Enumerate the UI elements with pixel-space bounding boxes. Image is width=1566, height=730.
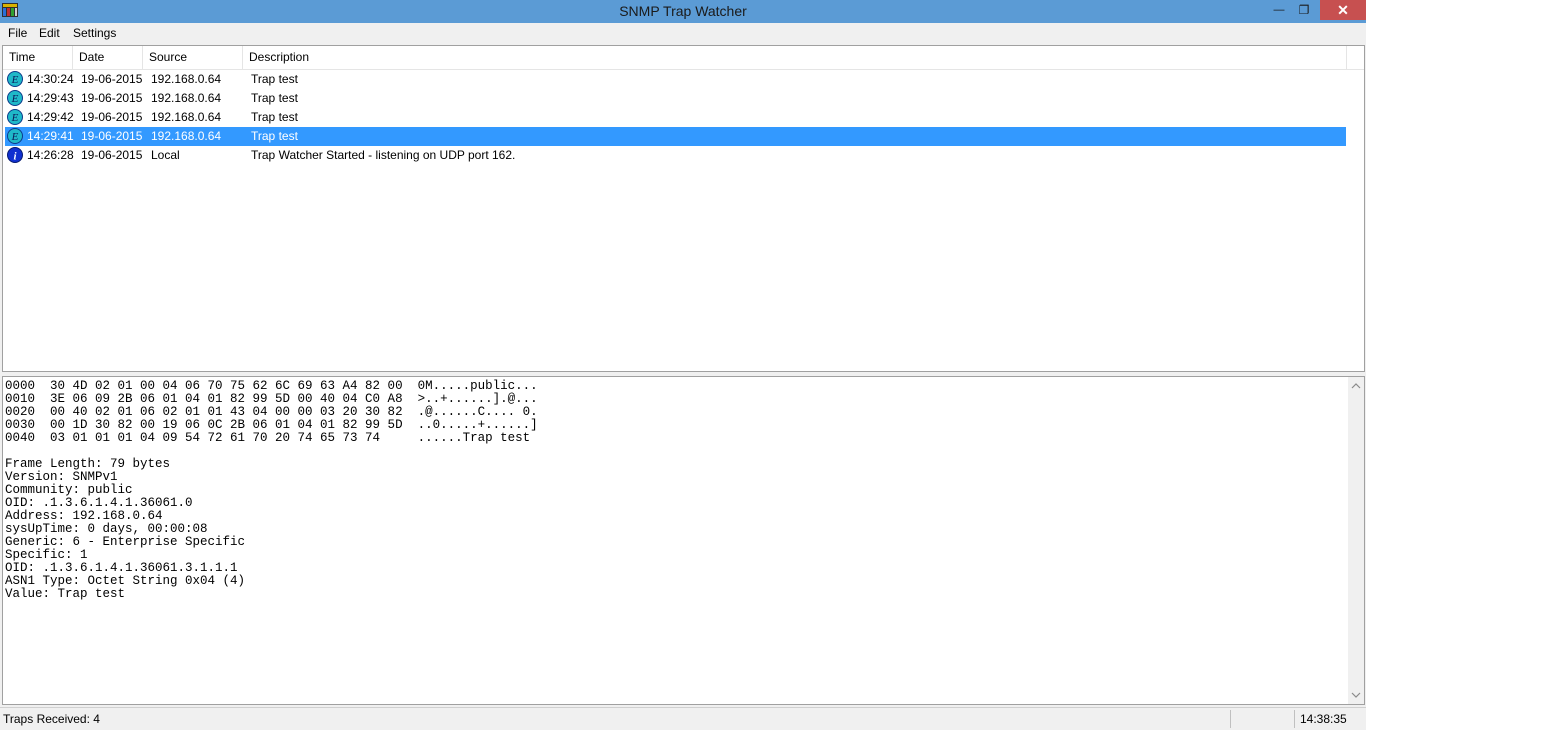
trap-list[interactable]: Time Date Source Description E 14:30:24 … (2, 45, 1365, 372)
row-date: 19-06-2015 (81, 148, 143, 162)
row-source: Local (151, 148, 180, 162)
close-icon: ✕ (1337, 1, 1349, 18)
list-header: Time Date Source Description (3, 46, 1364, 70)
status-separator (1294, 710, 1295, 728)
row-source: 192.168.0.64 (151, 72, 222, 86)
row-source: 192.168.0.64 (151, 110, 222, 124)
row-time: 14:30:24 (27, 72, 74, 86)
row-date: 19-06-2015 (81, 110, 143, 124)
menu-bar: File Edit Settings (0, 23, 1366, 43)
vertical-scrollbar[interactable] (1348, 377, 1364, 704)
row-description: Trap test (251, 72, 298, 86)
row-time: 14:29:41 (27, 129, 74, 143)
restore-icon: ❐ (1298, 3, 1310, 17)
svg-text:E: E (11, 112, 19, 124)
row-time: 14:29:42 (27, 110, 74, 124)
status-bar: Traps Received: 4 14:38:35 (0, 707, 1366, 730)
row-time: 14:29:43 (27, 91, 74, 105)
scroll-up-icon[interactable] (1351, 381, 1361, 391)
column-header-description[interactable]: Description (243, 46, 1347, 69)
row-date: 19-06-2015 (81, 129, 143, 143)
column-header-source[interactable]: Source (143, 46, 243, 69)
status-clock: 14:38:35 (1300, 712, 1347, 726)
scroll-down-icon[interactable] (1351, 690, 1361, 700)
enterprise-icon: E (7, 71, 23, 87)
minimize-icon: — (1273, 4, 1285, 16)
row-time: 14:26:28 (27, 148, 74, 162)
menu-file[interactable]: File (8, 26, 27, 40)
svg-text:E: E (11, 74, 19, 86)
title-bar[interactable]: SNMP Trap Watcher — ❐ ✕ (0, 0, 1366, 23)
info-icon: i (7, 147, 23, 163)
row-description: Trap test (251, 110, 298, 124)
close-button[interactable]: ✕ (1320, 0, 1366, 20)
app-window: SNMP Trap Watcher — ❐ ✕ File Edit Settin… (0, 0, 1366, 730)
row-date: 19-06-2015 (81, 91, 143, 105)
list-row-selected[interactable]: E 14:29:41 19-06-2015 192.168.0.64 Trap … (5, 127, 1346, 146)
row-description: Trap test (251, 129, 298, 143)
svg-text:E: E (11, 93, 19, 105)
info-line: Value: Trap test (5, 587, 126, 601)
window-title: SNMP Trap Watcher (619, 3, 747, 19)
column-header-time[interactable]: Time (3, 46, 73, 69)
column-header-date[interactable]: Date (73, 46, 143, 69)
svg-text:E: E (11, 131, 19, 143)
row-description: Trap test (251, 91, 298, 105)
list-row[interactable]: E 14:30:24 19-06-2015 192.168.0.64 Trap … (5, 70, 1346, 89)
menu-settings[interactable]: Settings (73, 26, 116, 40)
traps-received-count: Traps Received: 4 (3, 712, 100, 726)
hex-line: 0040 03 01 01 01 04 09 54 72 61 70 20 74… (5, 431, 531, 445)
row-source: 192.168.0.64 (151, 129, 222, 143)
maximize-button[interactable]: ❐ (1291, 0, 1317, 20)
menu-edit[interactable]: Edit (39, 26, 60, 40)
minimize-button[interactable]: — (1266, 0, 1292, 20)
row-source: 192.168.0.64 (151, 91, 222, 105)
row-date: 19-06-2015 (81, 72, 143, 86)
list-row[interactable]: E 14:29:43 19-06-2015 192.168.0.64 Trap … (5, 89, 1346, 108)
row-description: Trap Watcher Started - listening on UDP … (251, 148, 516, 162)
enterprise-icon: E (7, 128, 23, 144)
enterprise-icon: E (7, 90, 23, 106)
trap-detail-pane[interactable]: 0000 30 4D 02 01 00 04 06 70 75 62 6C 69… (2, 376, 1365, 705)
list-row[interactable]: E 14:29:42 19-06-2015 192.168.0.64 Trap … (5, 108, 1346, 127)
list-row[interactable]: i 14:26:28 19-06-2015 Local Trap Watcher… (5, 146, 1346, 165)
status-separator (1230, 710, 1231, 728)
enterprise-icon: E (7, 109, 23, 125)
